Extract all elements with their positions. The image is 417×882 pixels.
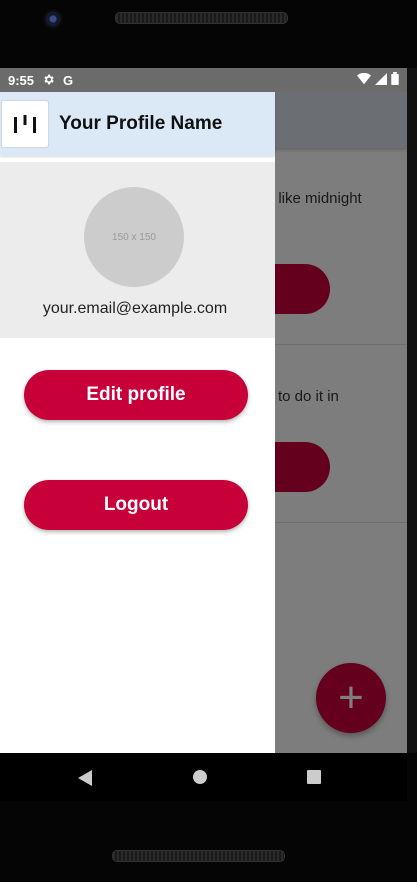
recent-apps-icon[interactable] xyxy=(307,770,321,784)
battery-icon xyxy=(391,72,399,88)
avatar: 150 x 150 xyxy=(84,187,184,287)
profile-email: your.email@example.com xyxy=(42,300,228,317)
bottom-speaker xyxy=(112,850,285,862)
system-nav-bar xyxy=(0,753,407,801)
drawer-header: Your Profile Name xyxy=(0,92,275,156)
earpiece-speaker xyxy=(115,12,288,24)
phone-screen: 9:55 G t like midnight xyxy=(0,68,407,753)
avatar-placeholder-text: 150 x 150 xyxy=(112,231,156,243)
back-icon[interactable] xyxy=(78,770,92,786)
status-time: 9:55 xyxy=(8,72,35,88)
signal-icon xyxy=(375,72,387,88)
app-logo xyxy=(1,100,49,148)
profile-section: 150 x 150 your.email@example.com xyxy=(0,162,275,338)
device-side-edge xyxy=(407,68,417,753)
logout-button[interactable]: Logout xyxy=(24,480,248,530)
wifi-icon xyxy=(357,72,371,88)
settings-gear-icon xyxy=(42,73,55,88)
google-g-icon: G xyxy=(63,72,74,88)
navigation-drawer: Your Profile Name 150 x 150 your.email@e… xyxy=(0,92,275,753)
home-icon[interactable] xyxy=(193,770,207,784)
profile-name-title: Your Profile Name xyxy=(59,113,223,134)
logo-bars-icon xyxy=(14,115,36,133)
device-frame: 9:55 G t like midnight xyxy=(0,0,417,882)
edit-profile-button[interactable]: Edit profile xyxy=(24,370,248,420)
front-camera xyxy=(43,9,63,29)
status-bar: 9:55 G xyxy=(0,68,407,92)
